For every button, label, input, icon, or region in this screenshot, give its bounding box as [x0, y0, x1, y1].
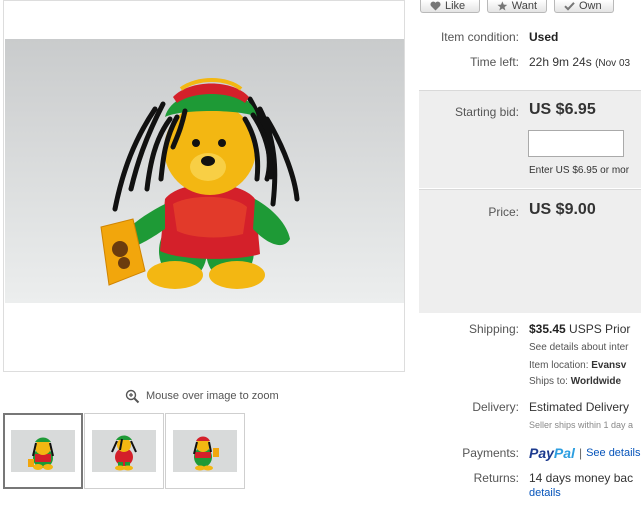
own-button[interactable]: Own — [554, 0, 614, 13]
want-button[interactable]: Want — [487, 0, 547, 13]
price-label: Price: — [488, 205, 519, 219]
delivery-note: Seller ships within 1 day a — [529, 420, 634, 430]
want-label: Want — [511, 0, 537, 12]
like-button[interactable]: Like — [420, 0, 480, 13]
time-left-value: 22h 9m 24s (Nov 03 — [529, 55, 630, 69]
magnifier-zoom-icon — [125, 389, 140, 403]
thumbnail-image-back — [173, 430, 237, 472]
payments-separator: | — [578, 446, 583, 460]
time-left-countdown: 22h 9m 24s — [529, 55, 592, 69]
returns-value: 14 days money bac — [529, 471, 634, 485]
shipping-value: $35.45 USPS Prior — [529, 322, 630, 336]
ships-to-label: Ships to: — [529, 376, 568, 387]
delivery-value: Estimated Delivery — [529, 400, 630, 414]
heart-icon — [430, 1, 441, 10]
item-location: Item location: Evansv — [529, 360, 626, 371]
ships-to: Ships to: Worldwide — [529, 376, 621, 387]
paypal-logo-pay: Pay — [529, 445, 554, 461]
item-location-value: Evansv — [591, 360, 627, 371]
starting-bid-value: US $6.95 — [529, 101, 596, 118]
shipping-label: Shipping: — [468, 322, 519, 336]
star-icon — [497, 0, 508, 10]
payments-details-link[interactable]: See details — [586, 447, 640, 459]
time-left-end-date: (Nov 03 — [595, 58, 631, 69]
item-condition-label: Item condition: — [440, 30, 519, 44]
ships-to-value: Worldwide — [570, 376, 622, 387]
returns-details-link[interactable]: details — [529, 487, 561, 499]
like-label: Like — [445, 0, 466, 12]
bid-hint: Enter US $6.95 or mor — [529, 165, 630, 176]
shipping-cost: $35.45 — [529, 322, 566, 336]
shipping-service: USPS Prior — [569, 322, 631, 336]
payments-label: Payments: — [462, 446, 519, 460]
payments-value: PayPal | See details — [529, 445, 641, 461]
starting-bid-label: Starting bid: — [454, 105, 519, 119]
shipping-details-link[interactable]: See details about inter — [529, 342, 629, 353]
checkmark-icon — [564, 1, 575, 11]
thumbnail-3[interactable] — [165, 413, 245, 489]
main-product-image[interactable] — [5, 39, 405, 303]
main-image-viewer[interactable] — [3, 0, 405, 372]
price-value: US $9.00 — [529, 201, 596, 218]
thumbnail-image-front — [11, 430, 75, 472]
thumbnail-2[interactable] — [84, 413, 164, 489]
paypal-logo: PayPal — [529, 445, 575, 461]
own-label: Own — [579, 0, 602, 12]
thumbnail-1[interactable] — [3, 413, 83, 489]
time-left-label: Time left: — [470, 55, 519, 69]
zoom-hint: Mouse over image to zoom — [125, 386, 279, 406]
delivery-label: Delivery: — [472, 400, 519, 414]
thumbnail-strip — [3, 413, 246, 489]
returns-label: Returns: — [473, 471, 519, 485]
bid-amount-input[interactable] — [528, 130, 624, 157]
item-location-label: Item location: — [529, 360, 589, 371]
item-condition-value: Used — [529, 30, 559, 44]
paypal-logo-pal: Pal — [553, 445, 575, 461]
thumbnail-image-side — [92, 430, 156, 472]
social-actions: Like Want Own — [420, 0, 614, 13]
zoom-hint-text: Mouse over image to zoom — [146, 390, 279, 402]
